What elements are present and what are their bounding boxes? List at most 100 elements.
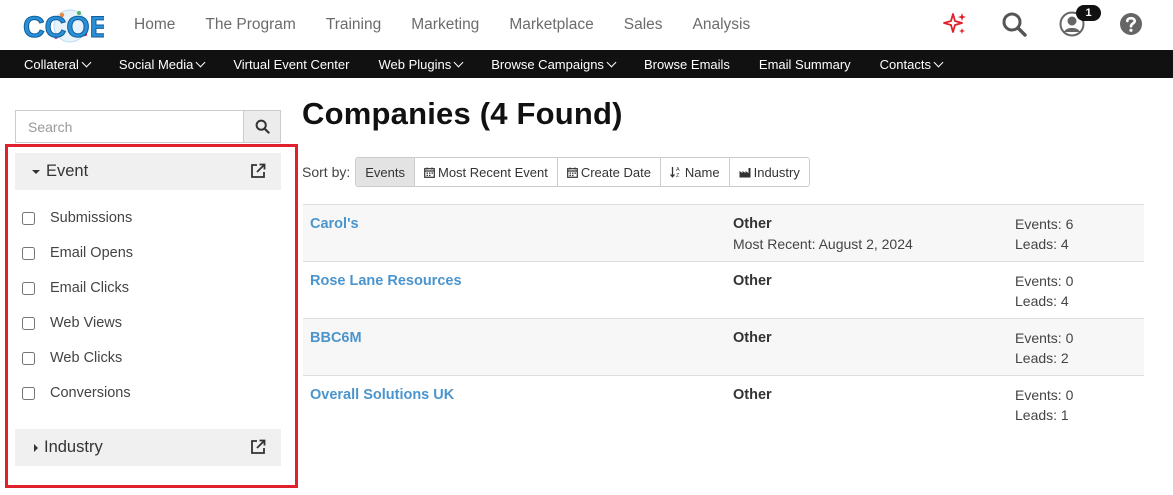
checkbox-submissions[interactable] [22,211,35,225]
sort-button-events[interactable]: Events [356,158,415,186]
company-lead-count: Leads: 4 [1015,293,1069,309]
facet-header-event[interactable]: Event [15,153,281,190]
sort-button-label: Events [365,164,405,180]
nav-link-the-program[interactable]: The Program [205,16,295,34]
company-event-count: Events: 0 [1015,387,1074,403]
calendar-icon [424,167,438,178]
table-row: BBC6M Other Events: 0 Leads: 2 [303,318,1144,375]
logo-graphic: CCOE [23,9,110,45]
checkbox-web-views[interactable] [22,316,35,330]
search-icon [255,119,270,134]
external-link-icon[interactable] [249,162,267,180]
chevron-down-icon [81,57,92,68]
sort-button-name[interactable]: A Z Name [660,158,730,186]
facet-title-industry: Industry [44,438,103,456]
sort-button-label: Most Recent Event [438,164,548,180]
sparkle-icon[interactable] [942,11,968,37]
filter-option-label: Email Opens [50,245,134,261]
sidebar-search [15,110,281,143]
subnav-item-social-media[interactable]: Social Media [118,56,206,72]
subnav-label: Social Media [118,56,194,72]
nav-link-marketing[interactable]: Marketing [411,16,479,34]
table-row: Overall Solutions UK Other Events: 0 Leads:… [303,375,1144,432]
subnav-item-web-plugins[interactable]: Web Plugins [378,57,464,72]
nav-link-training[interactable]: Training [326,16,381,34]
checkbox-web-clicks[interactable] [22,351,35,365]
filter-option-web-clicks[interactable]: Web Clicks [22,348,122,368]
chevron-down-icon [606,57,617,68]
nav-link-marketplace[interactable]: Marketplace [509,16,593,34]
company-event-count: Events: 0 [1015,330,1074,346]
filter-option-label: Email Clicks [50,280,129,296]
nav-link-home[interactable]: Home [134,16,175,34]
search-button[interactable] [243,110,281,143]
sort-button-industry[interactable]: Industry [729,158,809,186]
notification-badge[interactable]: 1 [1076,5,1101,21]
company-most-recent: Most Recent: August 2, 2024 [733,236,913,252]
checkbox-email-opens[interactable] [22,246,35,260]
filter-panel: Event Submissions Email Opens Email Clicks… [5,144,298,488]
external-link-icon[interactable] [249,438,267,456]
svg-text:Z: Z [676,173,680,178]
company-lead-count: Leads: 1 [1015,407,1069,423]
sort-alpha-icon: AZ [669,166,685,178]
company-industry: Other [733,216,772,232]
company-lead-count: Leads: 2 [1015,350,1069,366]
chevron-down-icon [933,57,944,68]
facet-header-industry[interactable]: Industry [15,429,281,466]
filter-option-conversions[interactable]: Conversions [22,383,131,403]
sort-button-label: Industry [753,164,800,180]
subnav-item-browse-campaigns[interactable]: Browse Campaigns [491,57,617,72]
filter-option-email-clicks[interactable]: Email Clicks [22,278,129,298]
company-name-link[interactable]: Overall Solutions UK [310,387,454,403]
filter-option-label: Submissions [50,210,133,226]
nav-link-sales[interactable]: Sales [624,16,663,34]
facet-title-event: Event [46,162,89,180]
brand-logo[interactable]: CCOE [22,4,110,46]
chevron-down-icon [453,57,464,68]
sort-options: Events Most Recent Event Create Date A Z Name… [355,157,810,187]
nav-link-analysis[interactable]: Analysis [693,16,751,34]
sort-bar: Sort by: Events Most Recent Event Create D… [302,157,810,187]
table-row: Rose Lane Resources Other Events: 0 Leads: … [303,261,1144,318]
industry-icon [739,167,754,178]
subnav-item-email-summary[interactable]: Email Summary [759,57,851,72]
caret-down-icon [32,169,40,174]
checkbox-email-clicks[interactable] [22,281,35,295]
company-name-link[interactable]: Carol's [310,216,359,232]
sort-label: Sort by: [302,164,351,180]
company-event-count: Events: 6 [1015,216,1074,232]
company-industry: Other [733,387,772,403]
filter-option-submissions[interactable]: Submissions [22,208,132,228]
sort-button-label: Name [684,164,720,180]
sub-nav: Collateral Social Media Virtual Event Cent… [0,50,1173,78]
filter-option-email-opens[interactable]: Email Opens [22,243,133,263]
filter-option-label: Web Clicks [50,350,123,366]
company-lead-count: Leads: 4 [1015,236,1069,252]
top-header: CCOE Home The Program Training Marketing Mar… [0,0,1173,50]
sort-button-create-date[interactable]: Create Date [557,158,661,186]
subnav-item-contacts[interactable]: Contacts [879,56,944,72]
search-icon[interactable] [1001,11,1027,37]
company-industry: Other [733,330,772,346]
page-title: Companies (4 Found) [302,96,623,131]
subnav-label: Browse Emails [643,56,730,72]
company-name-link[interactable]: BBC6M [310,330,362,346]
table-row: Carol's Other Most Recent: August 2, 2024 E… [303,204,1144,261]
company-industry: Other [733,273,772,289]
subnav-label: Contacts [879,56,931,72]
search-input[interactable] [15,110,243,143]
subnav-label: Collateral [24,56,79,72]
company-name-link[interactable]: Rose Lane Resources [310,273,462,289]
help-icon[interactable] [1118,11,1144,37]
logo-text: CCOE [23,11,104,44]
sort-button-most-recent-event[interactable]: Most Recent Event [415,158,558,186]
chevron-down-icon [195,57,206,68]
sort-button-label: Create Date [580,164,651,180]
filter-option-web-views[interactable]: Web Views [22,313,122,333]
subnav-item-collateral[interactable]: Collateral [24,56,92,72]
filter-option-label: Web Views [50,315,122,331]
subnav-item-virtual-event-center[interactable]: Virtual Event Center [233,57,349,72]
subnav-item-browse-emails[interactable]: Browse Emails [644,57,730,72]
checkbox-conversions[interactable] [22,386,35,400]
